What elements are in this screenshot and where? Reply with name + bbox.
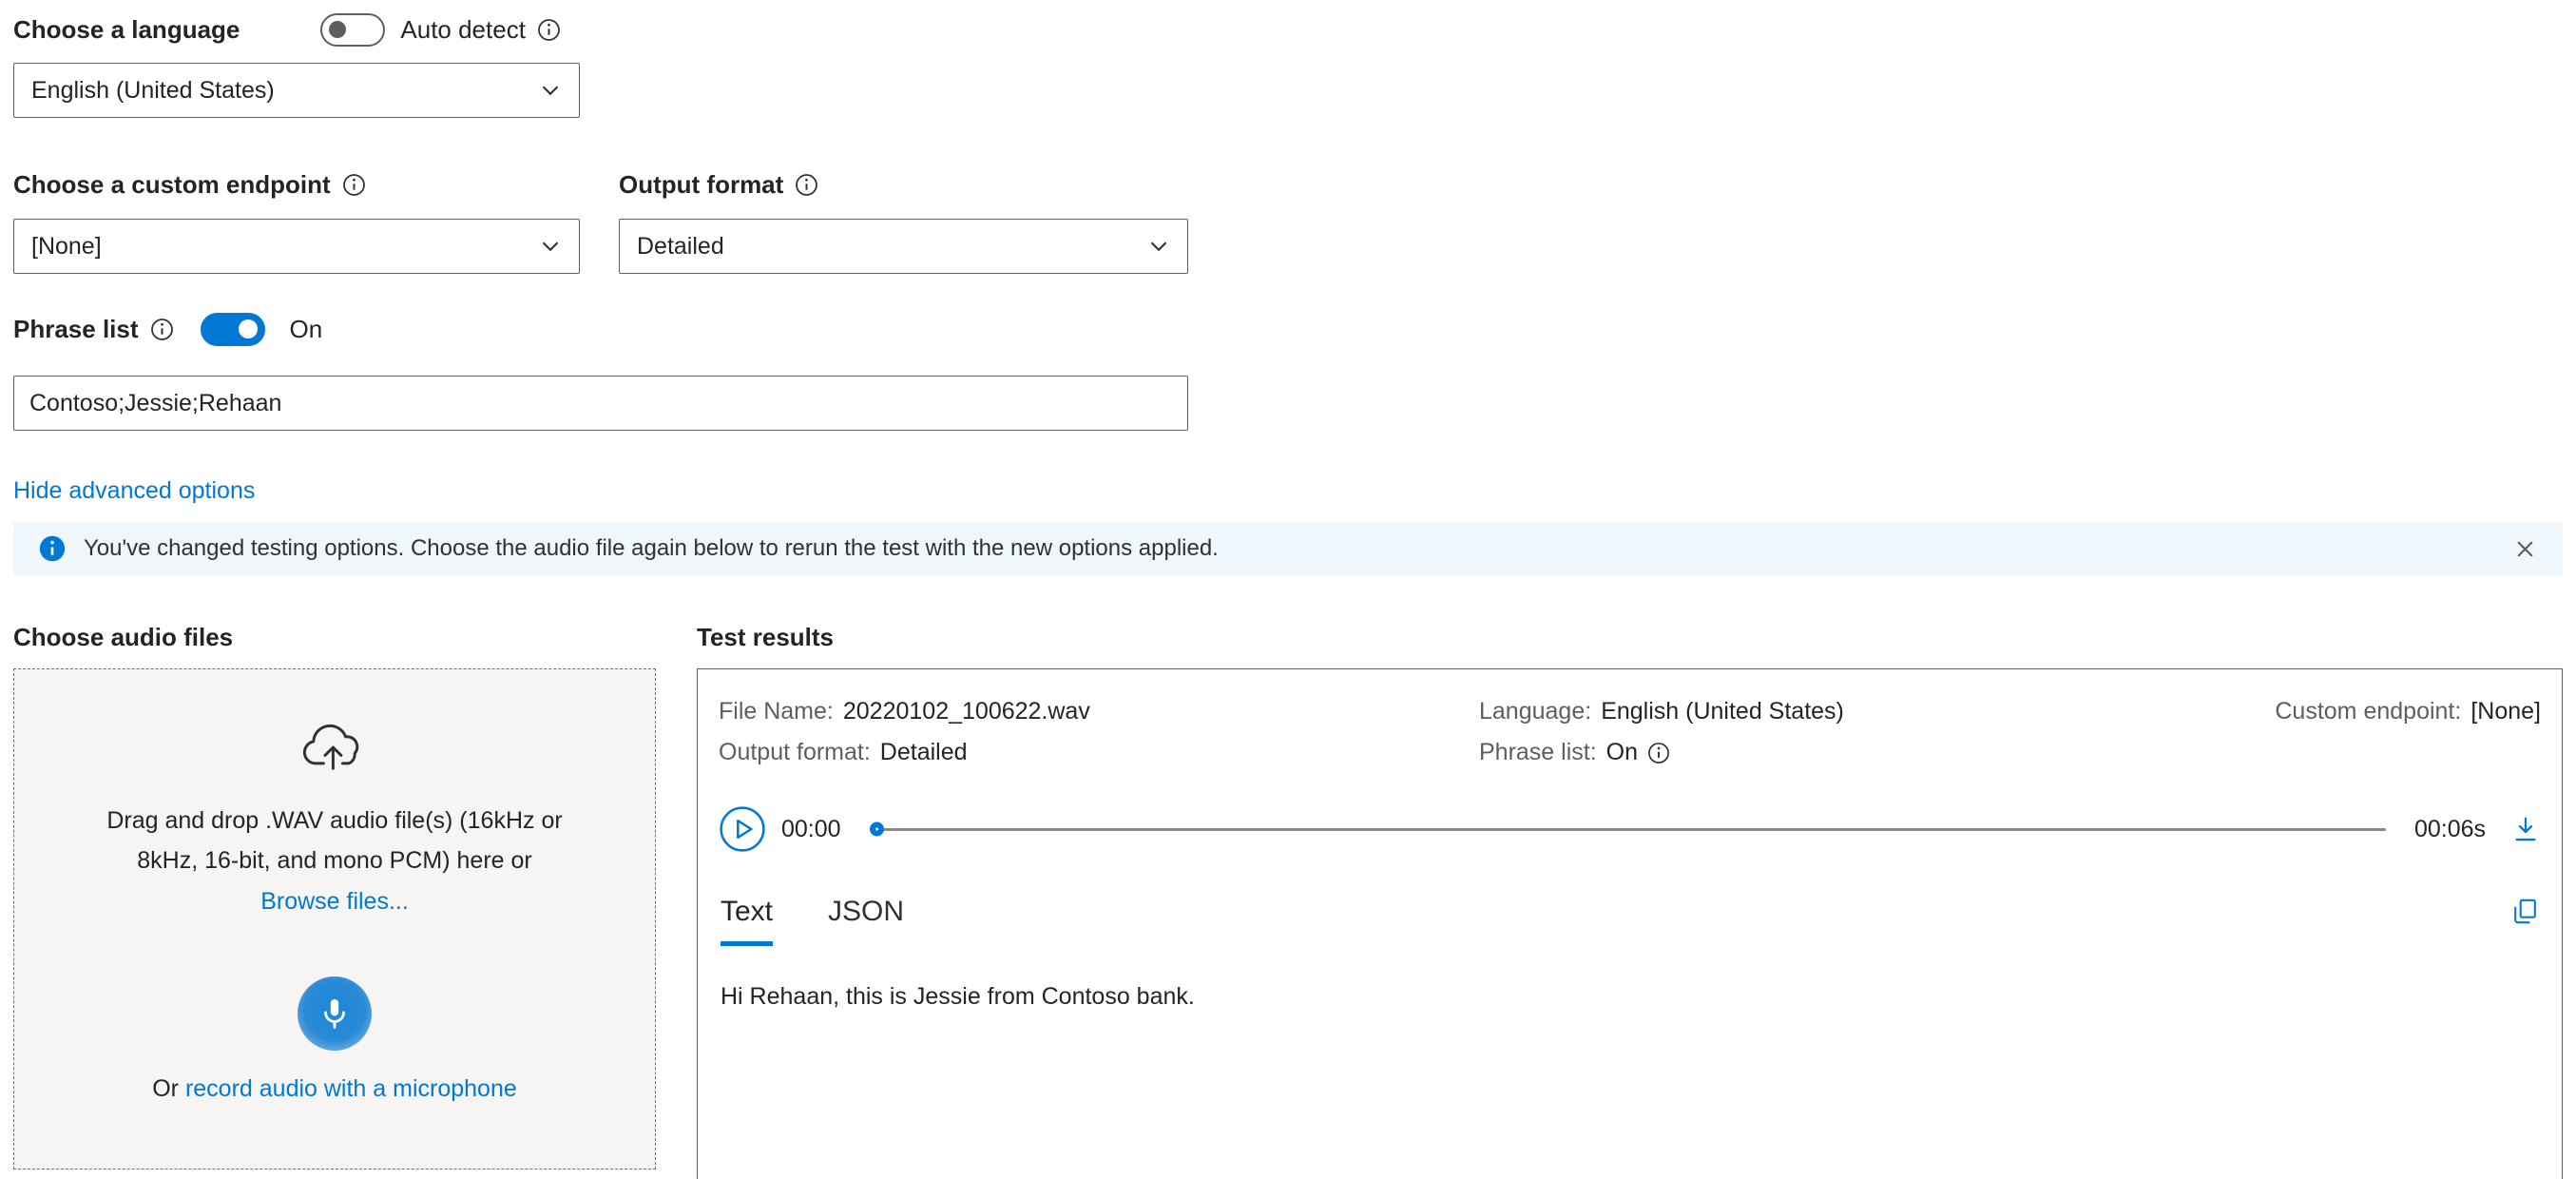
browse-files-link[interactable]: Browse files... [260,888,409,916]
banner-close-button[interactable] [2512,536,2538,562]
custom-endpoint-info-icon[interactable] [342,173,366,197]
info-banner: You've changed testing options. Choose t… [13,522,2563,575]
phrase-list-row: Phrase list On [13,308,322,350]
record-prefix: Or [152,1075,185,1102]
language-label: Choose a language [13,15,240,45]
output-format-label-row: Output format [619,167,818,202]
result-endpoint-label: Custom endpoint: [2275,698,2461,725]
duration: 00:06s [2414,816,2486,843]
tab-text[interactable]: Text [721,896,773,946]
download-icon [2510,814,2541,844]
auto-detect-label: Auto detect [400,15,526,45]
phrase-list-state: On [290,315,323,344]
seek-track[interactable] [870,828,2386,831]
audio-dropzone[interactable]: Drag and drop .WAV audio file(s) (16kHz … [13,668,656,1169]
language-select-value: English (United States) [31,77,275,105]
result-phrase-list-label: Phrase list: [1479,739,1597,766]
result-endpoint-value: [None] [2470,698,2541,725]
copy-icon [2509,896,2541,927]
info-icon [38,534,67,563]
custom-endpoint-select[interactable]: [None] [13,219,580,274]
play-button[interactable] [719,805,766,853]
result-phrase-list-info-icon[interactable] [1647,742,1670,764]
advanced-options-row: Hide advanced options [13,474,255,508]
result-language-group: Language: English (United States) [1479,698,1844,725]
result-output-format-label: Output format: [719,739,871,766]
transcript-text: Hi Rehaan, this is Jessie from Contoso b… [721,983,1195,1011]
close-icon [2512,536,2538,562]
result-language-label: Language: [1479,698,1591,725]
results-panel: File Name: 20220102_100622.wav Language:… [697,668,2563,1179]
phrase-list-toggle[interactable] [201,313,265,346]
result-endpoint-group: Custom endpoint: [None] [2275,698,2541,725]
result-output-format-group: Output format: Detailed [719,739,968,766]
seek-slider[interactable] [870,816,2386,842]
file-name-group: File Name: 20220102_100622.wav [719,698,1090,725]
current-time: 00:00 [781,816,841,843]
custom-endpoint-label: Choose a custom endpoint [13,170,331,200]
choose-audio-files-heading: Choose audio files [13,623,233,652]
hide-advanced-options-link[interactable]: Hide advanced options [13,477,255,505]
output-format-info-icon[interactable] [795,173,818,197]
download-button[interactable] [2510,814,2541,844]
auto-detect-toggle[interactable] [320,13,385,47]
record-audio-link[interactable]: record audio with a microphone [185,1075,517,1102]
phrase-list-label: Phrase list [13,315,139,344]
result-phrase-list-group: Phrase list: On [1479,739,1670,766]
file-name-value: 20220102_100622.wav [843,698,1090,725]
result-phrase-list-value: On [1606,739,1638,766]
phrase-list-info-icon[interactable] [150,318,174,341]
cloud-upload-icon [299,721,370,774]
language-select[interactable]: English (United States) [13,63,580,118]
tab-json[interactable]: JSON [828,896,904,941]
record-audio-text: Or record audio with a microphone [152,1075,517,1103]
toggle-knob [329,21,346,38]
dropzone-text: Drag and drop .WAV audio file(s) (16kHz … [76,801,594,880]
custom-endpoint-select-value: [None] [31,233,102,261]
custom-endpoint-label-row: Choose a custom endpoint [13,167,366,202]
file-name-label: File Name: [719,698,834,725]
record-mic-button[interactable] [298,976,372,1051]
auto-detect-info-icon[interactable] [537,18,561,42]
microphone-icon [315,994,355,1034]
toggle-knob [239,319,258,338]
seek-handle[interactable] [870,822,884,837]
chevron-down-icon [539,235,562,258]
copy-button[interactable] [2509,896,2541,927]
result-output-format-value: Detailed [880,739,968,766]
speech-studio-test-page: Choose a language Auto detect English (U… [0,0,2576,1179]
play-icon [719,805,766,853]
language-label-row: Choose a language Auto detect [13,10,561,49]
output-format-select-value: Detailed [637,233,724,261]
chevron-down-icon [1147,235,1170,258]
result-language-value: English (United States) [1601,698,1844,725]
results-tabs: Text JSON [721,896,2541,946]
output-format-label: Output format [619,170,783,200]
output-format-select[interactable]: Detailed [619,219,1188,274]
chevron-down-icon [539,79,562,102]
audio-player: 00:00 00:06s [719,804,2541,854]
phrase-list-input[interactable] [13,376,1188,431]
banner-message: You've changed testing options. Choose t… [84,535,1219,562]
test-results-heading: Test results [697,623,834,652]
